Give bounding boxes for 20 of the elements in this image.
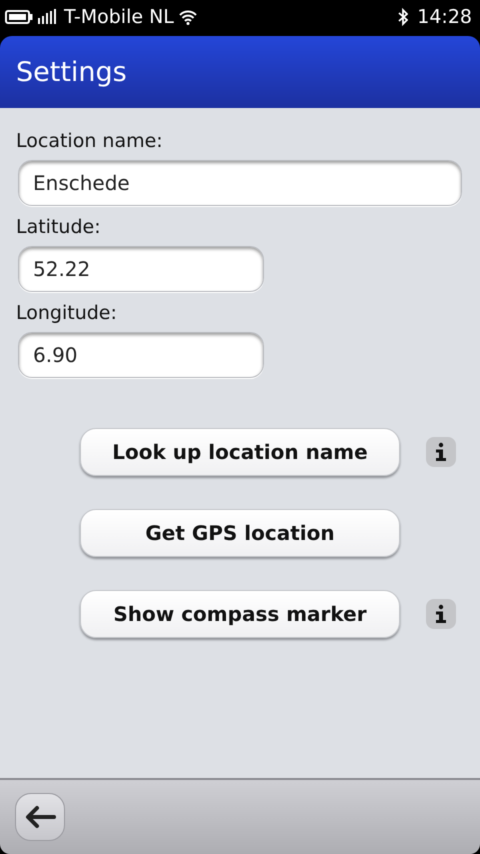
- field-label: Longitude:: [16, 302, 118, 324]
- field-label: Location name:: [16, 130, 164, 152]
- back-button[interactable]: [15, 793, 65, 841]
- clock-time: 14:28: [417, 6, 472, 28]
- wifi-icon: [178, 10, 197, 24]
- action-button[interactable]: Look up location name: [80, 428, 400, 476]
- field-label: Latitude:: [16, 216, 102, 238]
- carrier-name: T-Mobile NL: [64, 6, 174, 28]
- signal-icon: [38, 9, 56, 25]
- action-button[interactable]: Show compass marker: [80, 590, 400, 638]
- info-icon[interactable]: [426, 599, 456, 629]
- input-field[interactable]: 6.90: [18, 332, 264, 378]
- input-field[interactable]: 52.22: [18, 246, 264, 292]
- info-icon[interactable]: [426, 437, 456, 467]
- back-arrow-icon: [24, 805, 56, 829]
- input-field[interactable]: Enschede: [18, 160, 462, 206]
- battery-icon: [5, 10, 33, 24]
- action-button[interactable]: Get GPS location: [80, 509, 400, 557]
- page-title: Settings: [16, 56, 127, 88]
- bluetooth-icon: [398, 8, 408, 26]
